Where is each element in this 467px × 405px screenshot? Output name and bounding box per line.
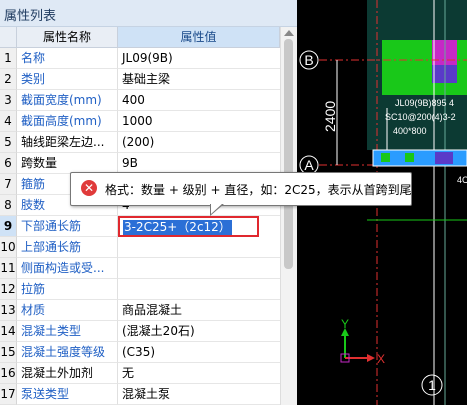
property-value-input[interactable]: 3-2C25+（2c12）··· xyxy=(118,216,259,237)
property-value[interactable]: 400 xyxy=(118,90,280,111)
property-name[interactable]: 轴线距梁左边... xyxy=(17,132,118,153)
row-number[interactable]: 14 xyxy=(0,321,17,342)
property-name[interactable]: 混凝土外加剂 xyxy=(17,363,118,384)
format-hint-tooltip: ✕ 格式：数量 + 级别 + 直径，如：2C25，表示从首跨到尾跨 xyxy=(70,172,424,206)
property-value[interactable] xyxy=(118,237,280,258)
property-value[interactable]: (200) xyxy=(118,132,280,153)
beam-label-3: 400*800 xyxy=(393,126,427,136)
scrollbar-thumb[interactable] xyxy=(284,39,293,269)
panel-title-bar: 属性列表 xyxy=(0,0,297,27)
property-row[interactable]: 16 混凝土外加剂无 xyxy=(0,363,280,384)
property-row[interactable]: 3 截面宽度(mm) 400 xyxy=(0,90,280,111)
property-row[interactable]: 1 名称 JL09(9B) xyxy=(0,48,280,69)
ucs-x-arrow xyxy=(367,354,375,362)
dimension-label: 2400 xyxy=(322,101,338,132)
property-name[interactable]: 拉筋 xyxy=(17,279,118,300)
property-value[interactable] xyxy=(118,279,280,300)
property-name[interactable]: 上部通长筋 xyxy=(17,237,118,258)
row-number[interactable]: 7 xyxy=(0,174,17,195)
property-name[interactable]: 类别 xyxy=(17,69,118,90)
scroll-up-icon[interactable] xyxy=(284,30,294,36)
beam-label-1: JL09(9B)895 4 xyxy=(395,98,454,108)
axis-b-label: B xyxy=(304,52,313,68)
axis-1-label: 1 xyxy=(428,377,436,393)
row-number[interactable]: 15 xyxy=(0,342,17,363)
row-number[interactable]: 5 xyxy=(0,132,17,153)
property-row[interactable]: 2 类别 基础主梁 xyxy=(0,69,280,90)
beam-label-2: SC10@200(4)3-2 xyxy=(385,112,456,122)
property-value[interactable]: (混凝土20石) xyxy=(118,321,280,342)
property-value[interactable] xyxy=(118,258,280,279)
ucs-x-label: X xyxy=(377,352,385,366)
row-number[interactable]: 12 xyxy=(0,279,17,300)
property-row[interactable]: 4 截面高度(mm) 1000 xyxy=(0,111,280,132)
property-name[interactable]: 侧面构造或受... xyxy=(17,258,118,279)
property-row[interactable]: 10 上部通长筋 xyxy=(0,237,280,258)
row-number[interactable]: 11 xyxy=(0,258,17,279)
row-number[interactable]: 16 xyxy=(0,363,17,384)
property-name[interactable]: 泵送类型 xyxy=(17,384,118,405)
grid-header-value[interactable]: 属性值 xyxy=(118,27,280,48)
error-x-icon: ✕ xyxy=(81,180,97,196)
property-value[interactable]: (C35) xyxy=(118,342,280,363)
property-value[interactable]: 混凝土泵 xyxy=(118,384,280,405)
property-value[interactable]: 无 xyxy=(118,363,280,384)
property-name[interactable]: 下部通长筋 xyxy=(17,216,118,237)
row-number[interactable]: 6 xyxy=(0,153,17,174)
row-number[interactable]: 1 xyxy=(0,48,17,69)
ucs-y-label: Y xyxy=(341,317,349,331)
property-name[interactable]: 截面宽度(mm) xyxy=(17,90,118,111)
property-row[interactable]: 13 材质 商品混凝土 xyxy=(0,300,280,321)
tooltip-tail-inner xyxy=(211,203,223,214)
property-value[interactable]: 基础主梁 xyxy=(118,69,280,90)
beam-marker-3 xyxy=(435,152,453,164)
selected-input-text[interactable]: 3-2C25+（2c12） xyxy=(123,220,232,235)
property-value[interactable]: 1000 xyxy=(118,111,280,132)
row-number[interactable]: 4 xyxy=(0,111,17,132)
row-number[interactable]: 13 xyxy=(0,300,17,321)
property-row[interactable]: 5 轴线距梁左边... (200) xyxy=(0,132,280,153)
property-row[interactable]: 14 混凝土类型 (混凝土20石) xyxy=(0,321,280,342)
property-value[interactable]: 商品混凝土 xyxy=(118,300,280,321)
side-label: 4C xyxy=(457,175,467,185)
row-number[interactable]: 9 xyxy=(0,216,17,237)
beam-marker-2 xyxy=(405,153,414,162)
row-number[interactable]: 3 xyxy=(0,90,17,111)
axis-a-label: A xyxy=(304,157,314,173)
property-value[interactable]: JL09(9B) xyxy=(118,48,280,69)
property-row[interactable]: 9下部通长筋3-2C25+（2c12）··· xyxy=(0,216,280,237)
property-row[interactable]: 11 侧面构造或受... xyxy=(0,258,280,279)
property-name[interactable]: 混凝土类型 xyxy=(17,321,118,342)
panel-title: 属性列表 xyxy=(4,9,57,24)
row-number[interactable]: 10 xyxy=(0,237,17,258)
property-name[interactable]: 混凝土强度等级 xyxy=(17,342,118,363)
vertical-scrollbar[interactable] xyxy=(280,27,297,405)
property-name[interactable]: 截面高度(mm) xyxy=(17,111,118,132)
property-row[interactable]: 6 跨数量 9B xyxy=(0,153,280,174)
grid-header-name[interactable]: 属性名称 xyxy=(17,27,118,48)
grid-header-number xyxy=(0,27,17,48)
beam-marker-1 xyxy=(381,153,390,162)
property-row[interactable]: 12 拉筋 xyxy=(0,279,280,300)
property-value[interactable]: 9B xyxy=(118,153,280,174)
property-name[interactable]: 跨数量 xyxy=(17,153,118,174)
property-row[interactable]: 17 泵送类型 混凝土泵 xyxy=(0,384,280,405)
property-name[interactable]: 材质 xyxy=(17,300,118,321)
property-row[interactable]: 15 混凝土强度等级 (C35) xyxy=(0,342,280,363)
tooltip-text: 格式：数量 + 级别 + 直径，如：2C25，表示从首跨到尾跨 xyxy=(105,183,424,197)
row-number[interactable]: 2 xyxy=(0,69,17,90)
row-number[interactable]: 8 xyxy=(0,195,17,216)
property-name[interactable]: 名称 xyxy=(17,48,118,69)
row-number[interactable]: 17 xyxy=(0,384,17,405)
